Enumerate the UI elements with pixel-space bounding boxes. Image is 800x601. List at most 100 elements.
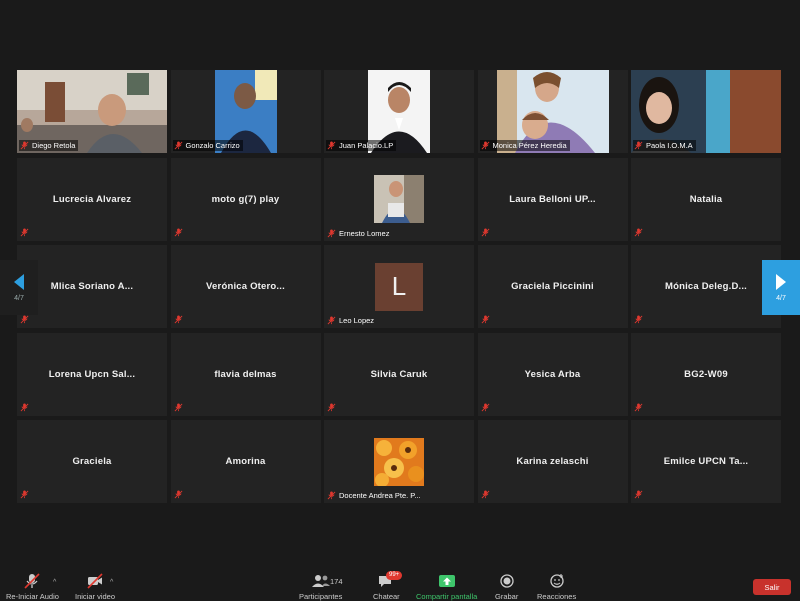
mic-muted-icon xyxy=(634,315,643,324)
participant-tile[interactable]: Lorena Upcn Sal... xyxy=(17,332,167,416)
participant-tile[interactable]: Yesica Arba xyxy=(477,332,628,416)
participant-name: Verónica Otero... xyxy=(206,281,285,292)
arrow-left-icon xyxy=(14,273,24,290)
participant-name: Amorina xyxy=(225,456,266,467)
participant-label: Diego Retola xyxy=(19,140,79,151)
participant-tile[interactable]: Silvia Caruk xyxy=(324,332,474,416)
participant-name: Yesica Arba xyxy=(524,368,581,380)
participant-name: Gonzalo Carrizo xyxy=(185,141,240,150)
share-screen-button[interactable]: Compartir pantalla xyxy=(416,573,477,601)
participant-name: flavia delmas xyxy=(214,368,277,380)
mic-muted-icon xyxy=(174,141,182,150)
participant-tile[interactable]: Paola I.O.M.A xyxy=(631,70,781,153)
chat-unread-badge: 99+ xyxy=(386,571,403,580)
participant-tile[interactable]: flavia delmas xyxy=(170,332,321,416)
previous-page-button[interactable]: 4/7 xyxy=(0,260,38,315)
participant-tile[interactable]: Juan Palacio.LP xyxy=(324,70,474,153)
participants-icon xyxy=(311,575,330,587)
participant-label: Leo Lopez xyxy=(326,315,377,326)
participant-name: Karina zelaschi xyxy=(516,456,589,467)
participant-tile[interactable]: Verónica Otero... xyxy=(170,245,321,328)
participant-name: Diego Retola xyxy=(32,141,76,150)
participant-tile[interactable]: Docente Andrea Pte. P... xyxy=(324,420,474,503)
mic-muted-icon xyxy=(481,141,489,150)
mic-muted-icon xyxy=(20,315,29,324)
page-indicator-right: 4/7 xyxy=(776,294,786,302)
next-page-button[interactable]: 4/7 xyxy=(762,260,800,315)
mic-muted-icon xyxy=(20,402,29,411)
participant-tile[interactable]: Graciela Piccinini xyxy=(477,245,628,328)
record-button[interactable]: Grabar xyxy=(495,573,518,601)
participant-label: Juan Palacio.LP xyxy=(326,140,397,151)
participant-grid: Diego Retola Gonzalo Carrizo Juan Palacio.… xyxy=(17,70,781,503)
mic-muted-icon xyxy=(327,141,336,150)
mic-muted-icon xyxy=(634,402,643,411)
mic-muted-icon xyxy=(481,315,489,324)
participant-tile[interactable]: Laura Belloni UP... xyxy=(477,157,628,241)
participant-tile[interactable]: Natalia xyxy=(631,157,781,241)
video-button[interactable]: Iniciar video xyxy=(75,573,115,601)
participant-name: Leo Lopez xyxy=(339,316,375,325)
participant-tile[interactable]: Lucrecia Alvarez xyxy=(17,157,167,241)
reactions-icon xyxy=(549,574,564,588)
meeting-toolbar: Re-Iniciar Audio ^ Iniciar video ^ Parti… xyxy=(0,565,800,601)
reactions-button[interactable]: Reacciones xyxy=(537,573,576,601)
participant-tile[interactable]: moto g(7) play xyxy=(170,157,321,241)
participant-tile[interactable]: BG2-W09 xyxy=(631,332,781,416)
arrow-right-icon xyxy=(776,273,786,290)
audio-options-caret[interactable]: ^ xyxy=(53,579,56,586)
mic-muted-icon xyxy=(327,316,336,325)
participant-name: Natalia xyxy=(689,193,723,205)
participant-name: BG2-W09 xyxy=(684,368,728,380)
chat-button[interactable]: 99+ Chatear xyxy=(373,571,403,601)
mic-muted-icon xyxy=(174,490,182,499)
mic-muted-icon xyxy=(174,402,182,411)
participant-tile[interactable]: Diego Retola xyxy=(17,70,167,153)
participant-name: Paola I.O.M.A xyxy=(646,141,693,150)
participant-tile[interactable]: L Leo Lopez xyxy=(324,245,474,328)
mic-muted-icon xyxy=(174,227,182,236)
participant-name: Docente Andrea Pte. P... xyxy=(339,491,421,500)
participant-tile[interactable]: Mónica Deleg.D... xyxy=(631,245,781,328)
participant-tile[interactable]: Karina zelaschi xyxy=(477,420,628,503)
mic-muted-icon xyxy=(634,141,643,150)
participant-name: Juan Palacio.LP xyxy=(339,141,394,150)
leave-meeting-button[interactable]: Salir xyxy=(753,579,791,595)
participant-count: 174 xyxy=(330,577,343,586)
participant-name: Graciela xyxy=(72,456,112,467)
mic-muted-icon xyxy=(481,227,489,236)
mic-muted-icon xyxy=(481,402,489,411)
mic-muted-icon xyxy=(20,490,29,499)
participant-tile[interactable]: Mlica Soriano A... xyxy=(17,245,167,328)
participant-tile[interactable]: Amorina xyxy=(170,420,321,503)
participant-name: Laura Belloni UP... xyxy=(509,193,596,205)
page-indicator-left: 4/7 xyxy=(14,294,24,302)
video-options-caret[interactable]: ^ xyxy=(110,579,113,586)
participant-name: Emilce UPCN Ta... xyxy=(663,456,749,467)
mic-muted-icon xyxy=(327,402,336,411)
participant-tile[interactable]: Monica Pérez Heredia xyxy=(477,70,628,153)
video-off-icon xyxy=(87,573,103,589)
mic-muted-icon xyxy=(20,141,29,150)
participant-label: Paola I.O.M.A xyxy=(633,140,696,151)
mic-muted-icon xyxy=(327,228,336,237)
participant-tile[interactable]: Emilce UPCN Ta... xyxy=(631,420,781,503)
mic-muted-icon xyxy=(20,227,29,236)
profile-photo xyxy=(374,175,424,223)
participant-name: Graciela Piccinini xyxy=(511,281,594,292)
participant-name: moto g(7) play xyxy=(211,193,280,205)
participant-tile[interactable]: Ernesto Lomez xyxy=(324,157,474,241)
mic-muted-icon xyxy=(174,315,182,324)
mic-muted-icon xyxy=(634,490,643,499)
avatar: L xyxy=(375,262,423,311)
participant-name: Silvia Caruk xyxy=(370,368,428,380)
participant-tile[interactable]: Graciela xyxy=(17,420,167,503)
audio-button[interactable]: Re-Iniciar Audio xyxy=(6,573,59,601)
participant-label: Ernesto Lomez xyxy=(326,228,392,239)
participant-label: Docente Andrea Pte. P... xyxy=(326,490,424,501)
mic-muted-icon xyxy=(634,227,643,236)
mic-muted-icon xyxy=(24,573,41,589)
participant-tile[interactable]: Gonzalo Carrizo xyxy=(170,70,321,153)
participant-label: Gonzalo Carrizo xyxy=(172,140,243,151)
share-screen-icon xyxy=(438,575,455,587)
